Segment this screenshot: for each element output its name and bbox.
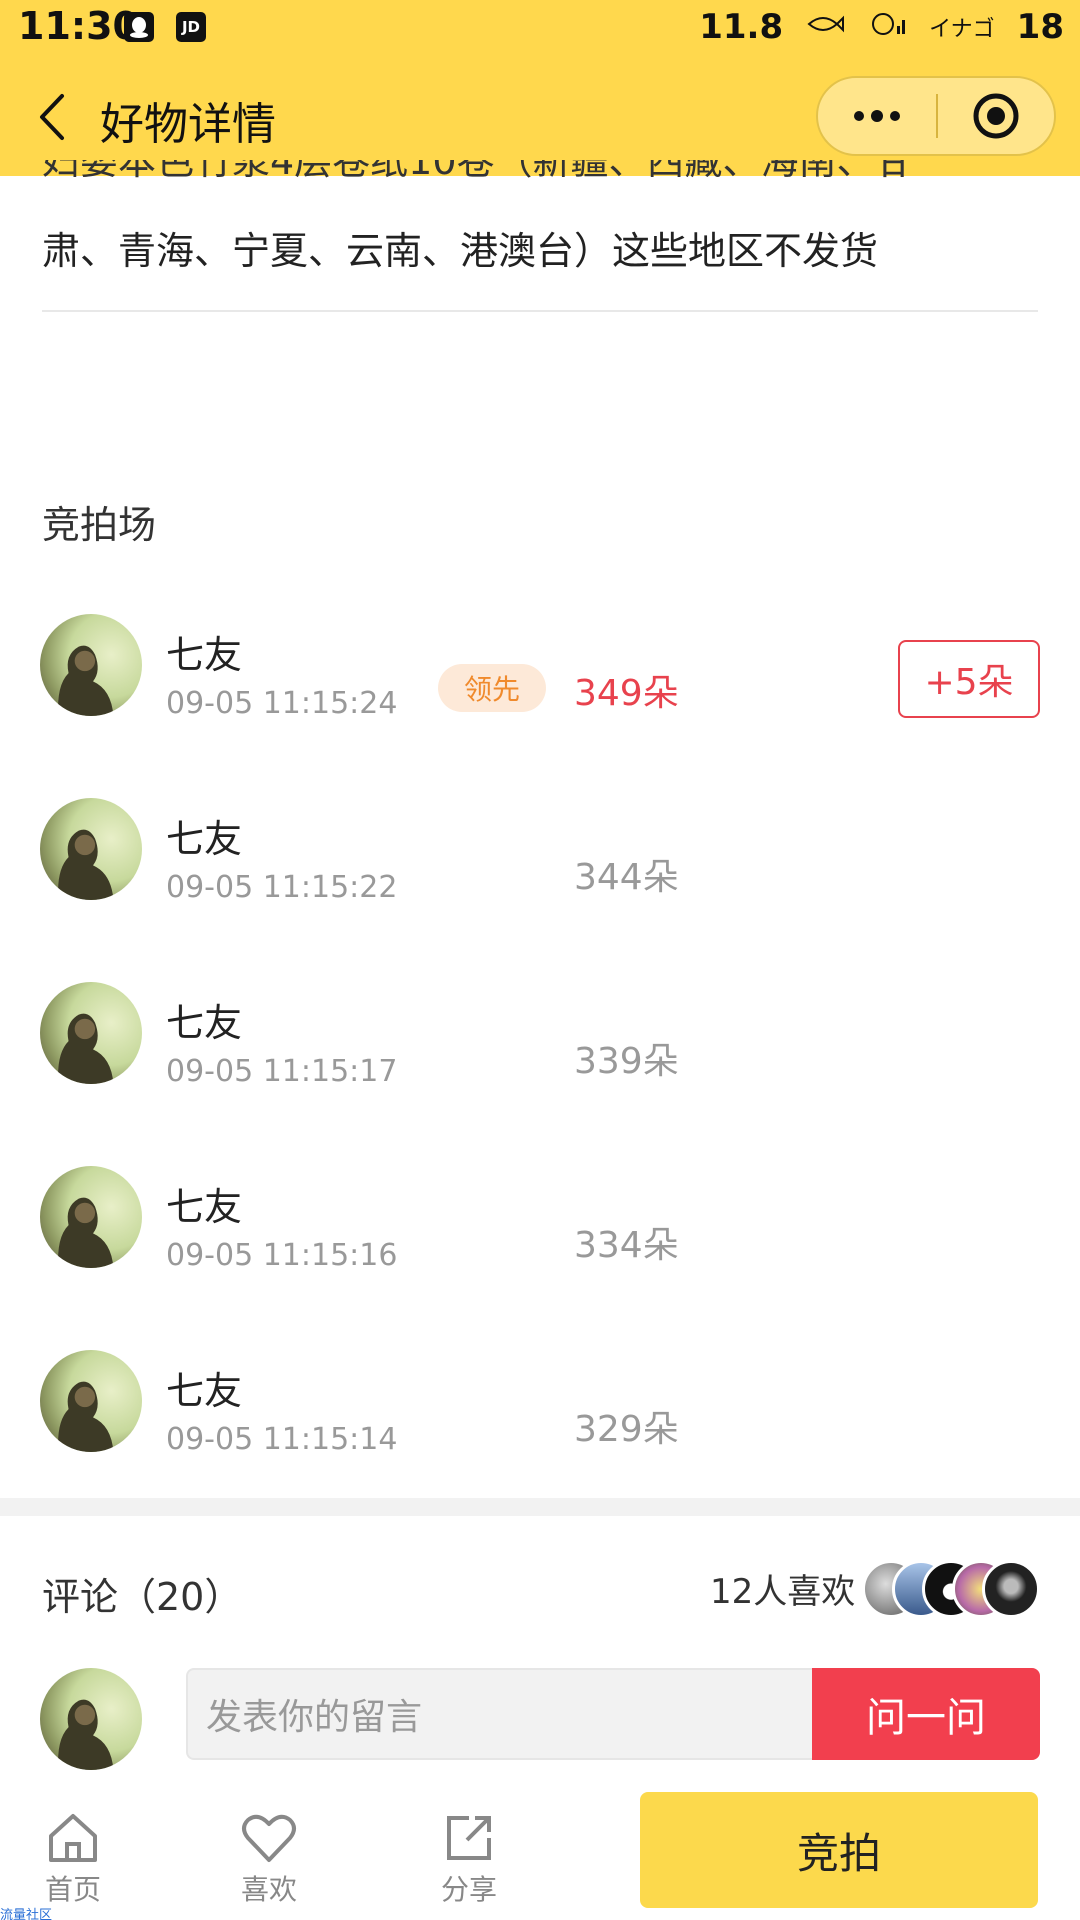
my-avatar <box>40 1668 142 1770</box>
tab-like[interactable]: 喜欢 <box>214 1810 324 1910</box>
avatar[interactable] <box>40 798 142 900</box>
comments-title: 评论（20） <box>42 1575 243 1619</box>
bidder-name: 七友 <box>166 1185 243 1229</box>
bidder-name: 七友 <box>166 633 243 677</box>
close-mini-program-button[interactable] <box>938 78 1054 154</box>
bid-row: 七友 09-05 11:15:16 334朵 <box>0 1156 1080 1296</box>
page-title: 好物详情 <box>100 99 276 150</box>
tab-like-label: 喜欢 <box>240 1873 297 1906</box>
back-arrow-icon[interactable] <box>32 92 76 142</box>
auction-section-title: 竞拍场 <box>42 503 157 547</box>
bid-time: 09-05 11:15:22 <box>166 870 398 905</box>
avatar[interactable] <box>40 1166 142 1268</box>
bid-time: 09-05 11:15:17 <box>166 1054 398 1089</box>
section-separator <box>0 1498 1080 1516</box>
home-icon <box>49 1814 97 1862</box>
more-dots-icon <box>854 110 900 122</box>
bid-row: 七友 09-05 11:15:24 领先 349朵 +5朵 <box>0 604 1080 744</box>
tab-share[interactable]: 分享 <box>414 1810 524 1910</box>
bid-amount: 339朵 <box>574 1041 679 1082</box>
qq-notification-icon <box>124 12 154 42</box>
jd-notification-icon: JD <box>176 12 206 42</box>
status-time: 11:30 <box>18 4 139 48</box>
avatar[interactable] <box>40 982 142 1084</box>
bid-amount: 349朵 <box>574 673 679 714</box>
bid-amount: 334朵 <box>574 1225 679 1266</box>
bid-time: 09-05 11:15:16 <box>166 1238 398 1273</box>
carrier-name: イナゴ <box>929 16 995 42</box>
status-right: 11.8 イナゴ 18 <box>699 6 1064 47</box>
bidder-name: 七友 <box>166 817 243 861</box>
bid-row: 七友 09-05 11:15:17 339朵 <box>0 972 1080 1112</box>
alarm-signal-icon <box>867 6 907 47</box>
nav-bar: 好物详情 <box>0 56 1080 176</box>
auction-button[interactable]: 竞拍 <box>640 1792 1038 1908</box>
avatar[interactable] <box>40 1350 142 1452</box>
liker-avatar[interactable] <box>982 1560 1040 1618</box>
mini-program-capsule <box>816 76 1056 156</box>
bid-time: 09-05 11:15:24 <box>166 686 398 721</box>
tab-home-label: 首页 <box>44 1873 101 1906</box>
target-close-icon <box>973 93 1019 139</box>
status-bar: 11:30 JD 11.8 イナゴ 18 <box>0 0 1080 56</box>
likes-count: 12人喜欢 <box>710 1572 856 1612</box>
divider <box>42 310 1038 312</box>
bid-row: 七友 09-05 11:15:22 344朵 <box>0 788 1080 928</box>
bid-amount: 329朵 <box>574 1409 679 1450</box>
bid-row: 七友 09-05 11:15:14 329朵 <box>0 1340 1080 1480</box>
network-speed: 11.8 <box>699 6 784 47</box>
heart-icon <box>242 1814 296 1862</box>
bid-amount: 344朵 <box>574 857 679 898</box>
tab-home[interactable]: 首页 <box>18 1810 128 1910</box>
fish-icon <box>805 7 845 47</box>
ask-button[interactable]: 问一问 <box>812 1668 1040 1760</box>
bid-time: 09-05 11:15:14 <box>166 1422 398 1457</box>
bidder-name: 七友 <box>166 1001 243 1045</box>
raise-bid-button[interactable]: +5朵 <box>898 640 1040 718</box>
more-menu-button[interactable] <box>818 78 936 154</box>
tab-share-label: 分享 <box>440 1873 497 1906</box>
avatar[interactable] <box>40 614 142 716</box>
description-line-2: 肃、青海、宁夏、云南、港澳台）这些地区不发货 <box>42 229 879 273</box>
comment-input[interactable]: 发表你的留言 <box>186 1668 816 1760</box>
watermark: 流量社区 <box>0 1908 53 1920</box>
leading-badge: 领先 <box>438 664 546 712</box>
bidder-name: 七友 <box>166 1369 243 1413</box>
battery-level: 18 <box>1016 6 1064 47</box>
share-icon <box>447 1816 491 1860</box>
